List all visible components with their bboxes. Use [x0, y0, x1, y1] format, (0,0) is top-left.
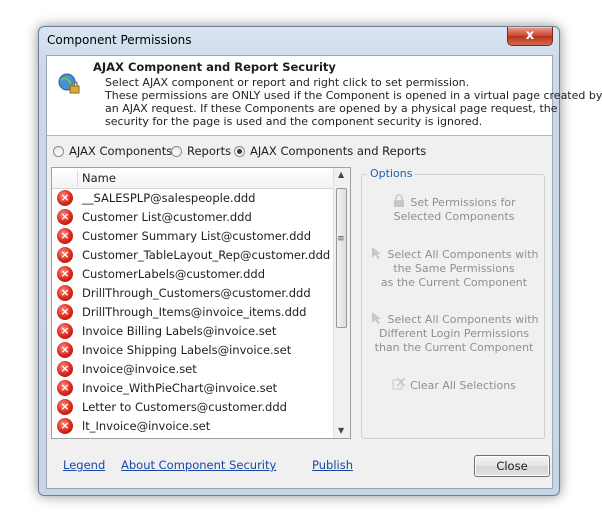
header-desc-line: an AJAX request. If these Components are… [105, 102, 558, 115]
scroll-thumb[interactable] [336, 188, 347, 328]
dialog-client: AJAX Component and Report Security Selec… [46, 55, 602, 489]
title-bar: Component Permissions x [39, 27, 559, 53]
list-item-label: Invoice_WithPieChart@invoice.set [82, 381, 278, 395]
list-item-label: Letter to Customers@customer.ddd [82, 400, 287, 414]
list-header: Name [52, 168, 335, 189]
about-component-security-link[interactable]: About Component Security [121, 458, 276, 472]
list-item-label: Customer List@customer.ddd [82, 210, 252, 224]
error-icon: × [57, 361, 73, 377]
list-item-label: lt_Invoice@invoice.set [82, 419, 211, 433]
header-title: AJAX Component and Report Security [93, 60, 336, 74]
select-different-permissions-button[interactable]: Select All Components with Different Log… [362, 311, 546, 355]
radio-label: Reports [187, 144, 232, 158]
error-icon: × [57, 285, 73, 301]
close-button[interactable]: Close [474, 455, 550, 477]
option-label: than the Current Component [374, 341, 534, 354]
list-item-label: CustomerLabels@customer.ddd [82, 267, 266, 281]
list-scrollbar[interactable]: ▲ ≡ ▼ [333, 168, 350, 438]
error-icon: × [57, 323, 73, 339]
radio-label: AJAX Components [69, 144, 173, 158]
list-item[interactable]: × CustomerLabels@customer.ddd [52, 265, 335, 284]
header-description: Select AJAX component or report and righ… [105, 76, 602, 128]
list-item[interactable]: × lt_Invoice@invoice.set [52, 417, 335, 436]
error-icon: × [57, 228, 73, 244]
list-item-label: Invoice Billing Labels@invoice.set [82, 324, 277, 338]
list-item[interactable]: × DrillThrough_Customers@customer.ddd [52, 284, 335, 303]
scroll-grip-icon: ≡ [337, 234, 345, 244]
error-icon: × [57, 247, 73, 263]
list-item[interactable]: × __SALESPLP@salespeople.ddd [52, 189, 335, 208]
radio-dot-selected[interactable] [234, 145, 245, 157]
list-item-label: __SALESPLP@salespeople.ddd [82, 191, 256, 205]
list-item-label: DrillThrough_Items@invoice_items.ddd [82, 305, 307, 319]
options-title: Options [367, 167, 416, 180]
list-item-label: Customer_TableLayout_Rep@customer.ddd [82, 248, 331, 262]
header-desc-line: security for the page is used and the co… [105, 115, 483, 128]
option-label: Different Login Permissions [379, 327, 529, 340]
header-desc-line: These permissions are ONLY used if the C… [105, 89, 602, 102]
globe-lock-icon [58, 73, 80, 94]
radio-ajax-components[interactable]: AJAX Components [53, 144, 172, 158]
component-list[interactable]: Name × __SALESPLP@salespeople.ddd × Custome… [51, 167, 351, 439]
window-title: Component Permissions [47, 33, 192, 47]
error-icon: × [57, 190, 73, 206]
column-separator [77, 170, 78, 186]
option-label: Clear All Selections [410, 379, 516, 392]
list-item[interactable]: × Invoice_WithPieChart@invoice.set [52, 379, 335, 398]
header-panel: AJAX Component and Report Security Selec… [47, 56, 602, 136]
select-cursor-icon [370, 246, 384, 260]
component-permissions-dialog: Component Permissions x AJAX Component a… [38, 26, 602, 496]
list-item[interactable]: × Invoice Billing Labels@invoice.set [52, 322, 335, 341]
scroll-down-icon[interactable]: ▼ [338, 426, 344, 435]
clear-all-selections-button[interactable]: Clear All Selections [362, 377, 546, 393]
set-permissions-button[interactable]: Set Permissions for Selected Components [362, 194, 546, 224]
list-item-label: Invoice Shipping Labels@invoice.set [82, 343, 292, 357]
error-icon: × [57, 399, 73, 415]
list-item-label: DrillThrough_Customers@customer.ddd [82, 286, 311, 300]
error-icon: × [57, 418, 73, 434]
window-close-button[interactable]: x [507, 27, 553, 46]
radio-label: AJAX Components and Reports [250, 144, 427, 158]
list-item[interactable]: × Letter to Customers@customer.ddd [52, 398, 335, 417]
list-item[interactable]: × Invoice Shipping Labels@invoice.set [52, 341, 335, 360]
publish-link[interactable]: Publish [312, 458, 353, 472]
column-header-name[interactable]: Name [82, 171, 116, 185]
option-label: Selected Components [393, 210, 515, 223]
list-item[interactable]: × Customer Summary List@customer.ddd [52, 227, 335, 246]
error-icon: × [57, 266, 73, 282]
header-desc-line: Select AJAX component or report and righ… [105, 76, 470, 89]
radio-ajax-components-and-reports[interactable]: AJAX Components and Reports [234, 144, 426, 158]
options-group: Set Permissions for Selected Components … [361, 174, 545, 439]
list-item[interactable]: × Customer List@customer.ddd [52, 208, 335, 227]
list-rows: × __SALESPLP@salespeople.ddd × Customer Lis… [52, 189, 335, 436]
radio-reports[interactable]: Reports [171, 144, 231, 158]
scroll-up-icon[interactable]: ▲ [338, 170, 344, 179]
option-label: Select All Components with [387, 248, 539, 261]
lock-icon [392, 194, 406, 208]
option-label: as the Current Component [380, 276, 528, 289]
error-icon: × [57, 380, 73, 396]
radio-dot[interactable] [171, 145, 182, 157]
error-icon: × [57, 342, 73, 358]
error-icon: × [57, 209, 73, 225]
clear-selection-icon [392, 377, 406, 391]
list-item[interactable]: × DrillThrough_Items@invoice_items.ddd [52, 303, 335, 322]
list-item-label: Invoice@invoice.set [82, 362, 197, 376]
list-item-label: Customer Summary List@customer.ddd [82, 229, 312, 243]
list-item[interactable]: × Invoice@invoice.set [52, 360, 335, 379]
select-cursor-icon [370, 311, 384, 325]
radio-dot[interactable] [53, 145, 64, 157]
error-icon: × [57, 304, 73, 320]
option-label: Select All Components with [387, 313, 539, 326]
option-label: the Same Permissions [393, 262, 515, 275]
option-label: Set Permissions for [410, 196, 516, 209]
list-item[interactable]: × Customer_TableLayout_Rep@customer.ddd [52, 246, 335, 265]
legend-link[interactable]: Legend [63, 458, 105, 472]
select-same-permissions-button[interactable]: Select All Components with the Same Perm… [362, 246, 546, 290]
